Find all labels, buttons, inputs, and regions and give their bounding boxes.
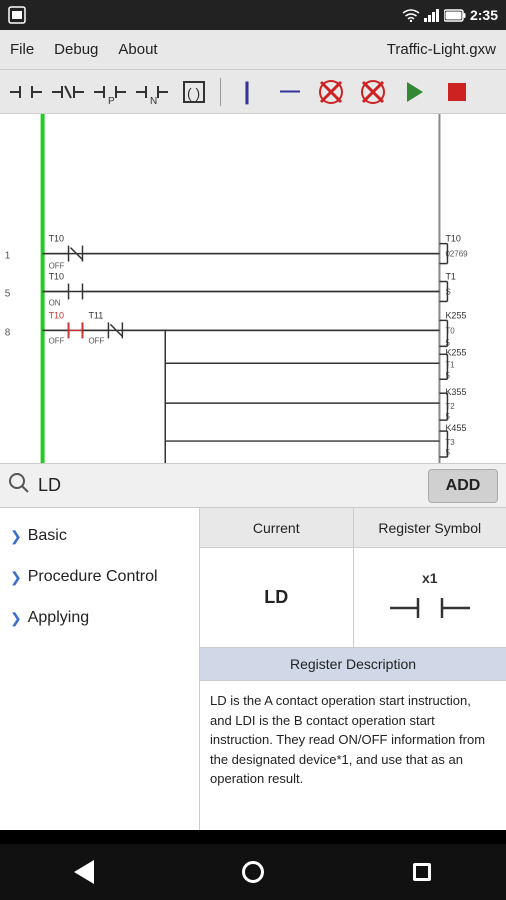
sim-icon [8,6,26,24]
menu-debug[interactable]: Debug [54,41,98,58]
ladder-diagram: 1 T10 OFF T10 02769 5 T10 ON T1 S 8 [0,114,506,464]
toolbar-divider-1 [220,78,221,106]
bottom-panel: ❯ Basic ❯ Procedure Control ❯ Applying C… [0,508,506,830]
current-value-cell: LD [200,548,354,647]
delete-btn1[interactable] [313,75,349,109]
svg-text:N: N [150,96,157,106]
normally-closed-contact-btn[interactable] [50,75,86,109]
menu-file[interactable]: File [10,41,34,58]
positive-transition-btn[interactable]: P [92,75,128,109]
symbol-x1-label: x1 [422,570,438,586]
search-bar: ADD [0,464,506,508]
menu-about[interactable]: About [118,41,157,58]
svg-text:( ): ( ) [187,85,200,101]
svg-text:OFF: OFF [49,336,65,345]
time-display: 2:35 [470,7,498,23]
stop-btn[interactable] [439,75,475,109]
recent-apps-icon [413,863,431,881]
recent-apps-button[interactable] [397,852,447,892]
current-header: Current [200,508,354,547]
svg-text:T10: T10 [49,272,64,282]
svg-text:T11: T11 [88,310,103,320]
wifi-icon [402,8,420,22]
sidebar: ❯ Basic ❯ Procedure Control ❯ Applying [0,508,200,830]
horizontal-line-btn[interactable]: — [271,75,307,109]
chevron-right-icon: ❯ [10,528,22,545]
content-header: Current Register Symbol [200,508,506,548]
status-left [8,6,26,24]
svg-text:K255: K255 [445,310,466,320]
svg-text:5: 5 [5,288,11,299]
svg-text:K455: K455 [445,423,466,433]
add-button[interactable]: ADD [428,469,498,503]
register-desc-header: Register Description [200,648,506,681]
svg-text:1: 1 [5,251,11,262]
search-input[interactable] [38,470,420,502]
svg-text:OFF: OFF [49,262,65,271]
svg-text:T10: T10 [49,234,64,244]
status-right: 2:35 [402,7,498,23]
sidebar-basic-label: Basic [28,526,67,547]
play-btn[interactable] [397,75,433,109]
status-bar: 2:35 [0,0,506,30]
contact-symbol-svg [390,590,470,626]
svg-text:OFF: OFF [88,336,104,345]
svg-text:ON: ON [49,298,61,307]
register-symbol-header: Register Symbol [354,508,506,547]
svg-text:T10: T10 [49,310,64,320]
sidebar-item-applying[interactable]: ❯ Applying [0,598,199,639]
menu-bar: File Debug About Traffic-Light.gxw [0,30,506,70]
symbol-row: LD x1 [200,548,506,648]
content-area: Current Register Symbol LD x1 [200,508,506,830]
home-icon [242,861,264,883]
svg-text:T10: T10 [445,234,460,244]
svg-text:K255: K255 [445,347,466,357]
chevron-right-icon-2: ❯ [10,569,22,586]
sidebar-procedure-label: Procedure Control [28,567,158,588]
navigation-bar [0,844,506,900]
back-icon [74,860,94,884]
battery-icon [444,9,466,22]
sidebar-item-procedure-control[interactable]: ❯ Procedure Control [0,557,199,598]
ld-symbol-graphic: x1 [390,570,470,626]
search-icon [8,472,30,500]
home-button[interactable] [228,852,278,892]
register-desc-text: LD is the A contact operation start inst… [200,681,506,799]
sidebar-item-basic[interactable]: ❯ Basic [0,516,199,557]
svg-text:02769: 02769 [445,250,468,259]
function-block-btn[interactable]: ( ) [176,75,212,109]
svg-text:8: 8 [5,327,11,338]
negative-transition-btn[interactable]: N [134,75,170,109]
svg-text:P: P [108,96,115,106]
svg-text:T1: T1 [445,272,455,282]
back-button[interactable] [59,852,109,892]
svg-text:K355: K355 [445,387,466,397]
signal-icon [424,8,440,22]
current-value: LD [264,587,288,608]
toolbar: P N ( ) | — [0,70,506,114]
menu-title: Traffic-Light.gxw [387,41,496,58]
chevron-right-icon-3: ❯ [10,610,22,627]
register-symbol-cell: x1 [354,548,506,647]
vertical-line-btn[interactable]: | [229,75,265,109]
delete-btn2[interactable] [355,75,391,109]
sidebar-applying-label: Applying [28,608,89,629]
normally-open-contact-btn[interactable] [8,75,44,109]
